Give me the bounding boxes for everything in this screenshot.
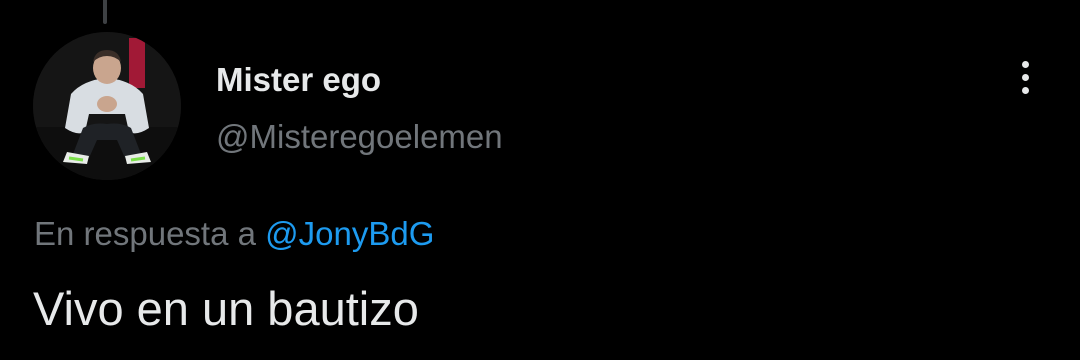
vertical-ellipsis-icon	[1021, 86, 1029, 94]
vertical-ellipsis-icon	[1021, 60, 1029, 68]
avatar[interactable]	[33, 32, 181, 180]
vertical-ellipsis-icon	[1021, 73, 1029, 81]
tweet-text: Vivo en un bautizo	[33, 282, 419, 335]
profile-photo-icon	[33, 32, 181, 180]
author-display-name[interactable]: Mister ego	[216, 60, 381, 100]
reply-context: En respuesta a @JonyBdG	[34, 214, 434, 254]
reply-mention-link[interactable]: @JonyBdG	[265, 215, 434, 252]
reply-prefix: En respuesta a	[34, 215, 256, 252]
thread-connector-line	[103, 0, 107, 24]
author-handle[interactable]: @Misteregoelemen	[216, 117, 503, 157]
more-options-button[interactable]	[1004, 52, 1046, 102]
